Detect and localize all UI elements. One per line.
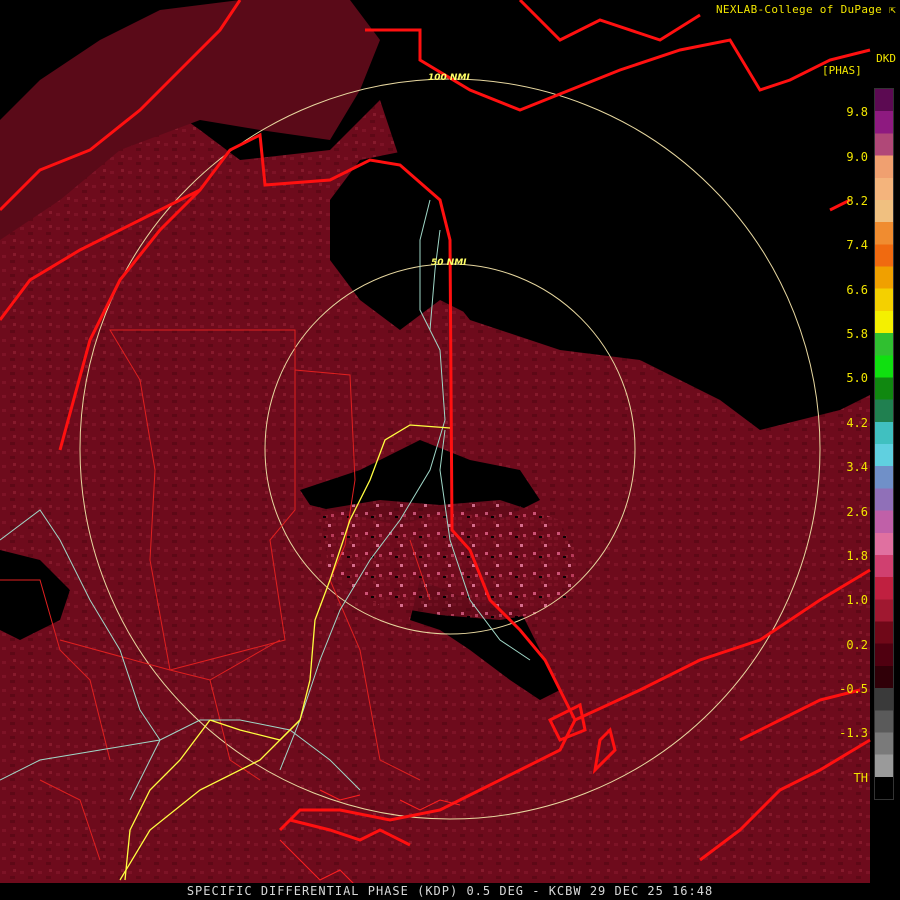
range-ring-label-50: 50 NMI <box>431 258 467 268</box>
legend-title: DKD [PHAS] <box>822 53 896 77</box>
legend-unit: [PHAS] <box>822 64 862 77</box>
legend-colorbar <box>874 88 894 800</box>
legend-label: 9.8 <box>846 105 868 119</box>
radar-map <box>0 0 900 900</box>
legend-label: -1.3 <box>839 726 868 740</box>
legend-label: 5.8 <box>846 327 868 341</box>
legend-label: 2.6 <box>846 505 868 519</box>
legend-label: 9.0 <box>846 150 868 164</box>
legend-label: 7.4 <box>846 238 868 252</box>
legend-label: TH <box>853 771 868 785</box>
range-ring-label-100: 100 NMI <box>428 73 470 83</box>
credit-label: NEXLAB-College of DuPage <box>715 3 883 16</box>
legend-label: 8.2 <box>846 194 868 208</box>
legend-label: 1.8 <box>846 549 868 563</box>
external-link-icon: ⇱ <box>889 3 896 16</box>
legend-label: 6.6 <box>846 283 868 297</box>
legend-label: 4.2 <box>846 416 868 430</box>
legend-label: 0.2 <box>846 638 868 652</box>
credit-text[interactable]: NEXLAB-College of DuPage ⇱ <box>716 3 896 16</box>
legend-label: 3.4 <box>846 460 868 474</box>
legend-label: 5.0 <box>846 371 868 385</box>
product-caption: SPECIFIC DIFFERENTIAL PHASE (KDP) 0.5 DE… <box>0 883 900 900</box>
legend-label: -0.5 <box>839 682 868 696</box>
legend-label: 1.0 <box>846 593 868 607</box>
